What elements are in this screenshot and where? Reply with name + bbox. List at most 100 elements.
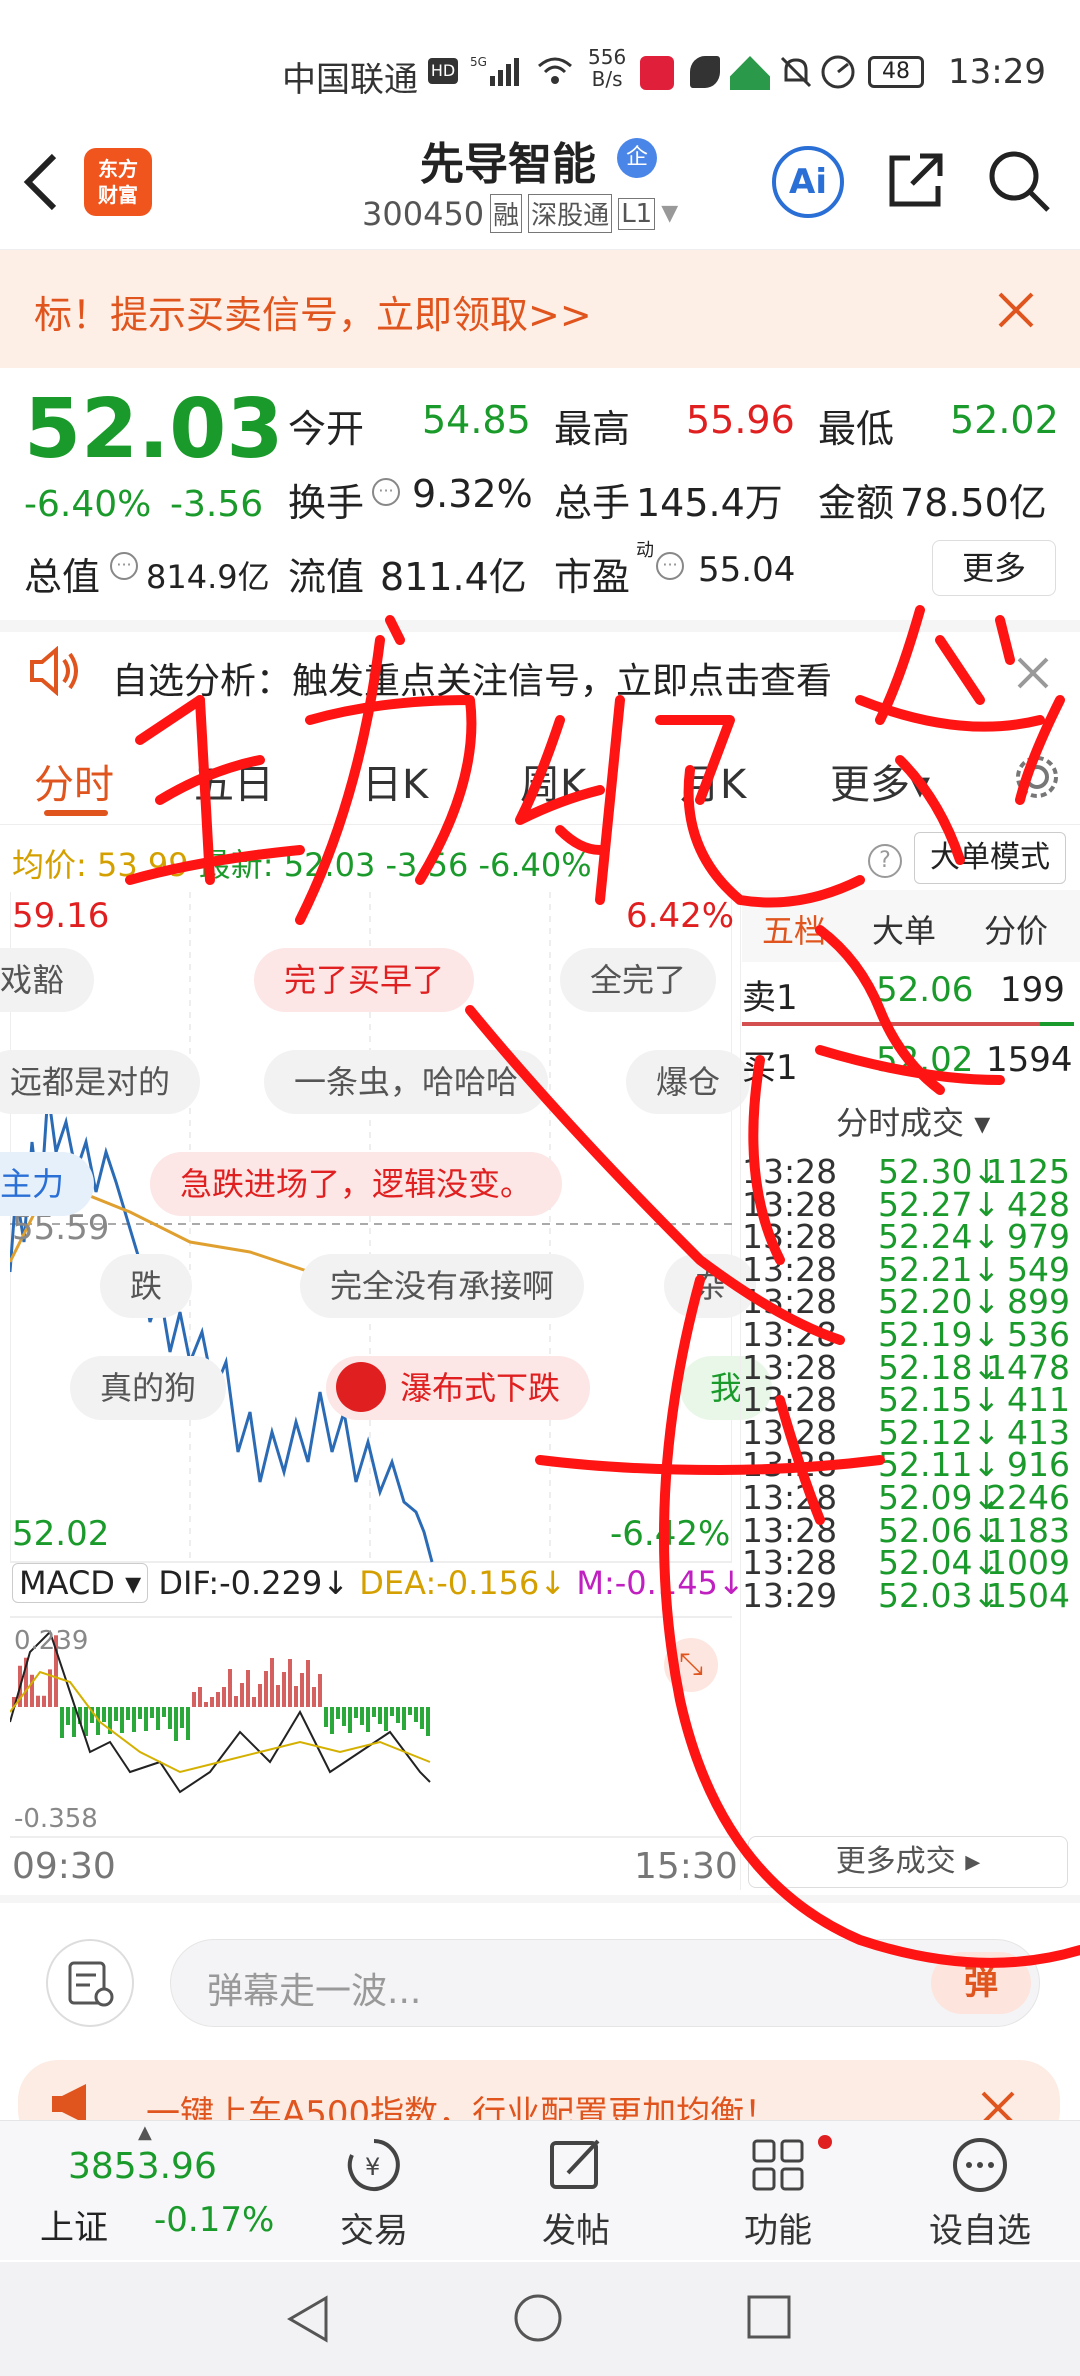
info-icon[interactable]: ···: [372, 478, 400, 506]
app-notification-icon: [640, 56, 674, 90]
turnover-value: 9.32%: [412, 472, 533, 516]
ai-assistant-button[interactable]: Ai: [772, 146, 844, 218]
danmu-input[interactable]: 弹幕走一波... 弹: [170, 1939, 1040, 2027]
nav-add-watchlist[interactable]: 设自选: [910, 2135, 1050, 2252]
macd-bar: [210, 1697, 214, 1707]
macd-bar: [402, 1707, 406, 1730]
macd-bar: [396, 1707, 400, 1723]
eastmoney-logo: 东方财富: [84, 148, 152, 216]
sell-bar: [742, 1022, 1072, 1026]
danmu-input-bar: 弹幕走一波... 弹: [0, 1895, 1080, 2055]
macd-bar: [378, 1707, 382, 1724]
macd-bar: [276, 1685, 280, 1707]
nav-post[interactable]: 发帖: [506, 2135, 646, 2252]
tab-more[interactable]: 更多▾: [830, 752, 930, 810]
tab-five-day[interactable]: 五日: [194, 752, 274, 810]
nav-functions[interactable]: 功能: [708, 2135, 848, 2252]
info-icon[interactable]: ···: [110, 552, 138, 580]
notice-bar[interactable]: 自选分析：触发重点关注信号，立即点击查看: [0, 620, 1080, 720]
float-label: 流值: [288, 555, 365, 599]
app-notification-icon-2: [690, 56, 720, 88]
chart-bottom-pct: -6.42%: [610, 1514, 731, 1554]
index-value[interactable]: 3853.96: [68, 2146, 217, 2187]
tab-intraday[interactable]: 分时: [34, 752, 114, 810]
macd-bar: [198, 1687, 202, 1707]
macd-bar: [102, 1707, 106, 1722]
speedometer-icon: [821, 55, 855, 89]
chart-top-price: 59.16: [12, 896, 110, 936]
home-nav-icon[interactable]: [512, 2292, 564, 2344]
tab-five-levels[interactable]: 五档: [762, 906, 826, 952]
macd-bar: [366, 1707, 370, 1732]
recents-nav-icon[interactable]: [746, 2294, 792, 2340]
back-nav-icon[interactable]: [286, 2294, 330, 2344]
macd-bar: [240, 1683, 244, 1707]
gear-icon[interactable]: [1012, 752, 1062, 802]
back-icon[interactable]: [20, 152, 60, 212]
big-order-mode-button[interactable]: 大单模式: [914, 832, 1066, 884]
tab-weekly-k[interactable]: 周K: [520, 752, 586, 810]
search-icon[interactable]: [986, 148, 1052, 214]
chart-bottom-price: 52.02: [12, 1514, 110, 1554]
caret-up-icon: ▲: [138, 2122, 152, 2143]
tab-monthly-k[interactable]: 月K: [680, 752, 746, 810]
macd-bar: [234, 1696, 238, 1707]
macd-bar: [42, 1695, 46, 1707]
last-price: 52.03: [24, 382, 284, 477]
high-value: 55.96: [686, 398, 795, 442]
help-icon[interactable]: ?: [868, 844, 902, 878]
edit-icon: [550, 2139, 600, 2189]
macd-bar: [132, 1707, 136, 1732]
danmu-settings-button[interactable]: [46, 1939, 134, 2027]
macd-bar: [264, 1671, 268, 1707]
expand-icon[interactable]: ⤡: [664, 1638, 718, 1692]
status-bar: 中国联通 HD 5G 556 B/s 48 13:29: [0, 0, 1080, 120]
macd-bar: [306, 1660, 310, 1707]
more-ticks-button[interactable]: 更多成交 ▸: [748, 1836, 1068, 1888]
open-label: 今开: [288, 407, 365, 451]
tick-time: 13:29: [742, 1575, 838, 1615]
tab-big-orders[interactable]: 大单: [872, 906, 936, 952]
mktcap-label: 总值: [24, 555, 101, 599]
buy1-label: 买1: [742, 1048, 798, 1088]
tab-price-dist[interactable]: 分价: [984, 906, 1048, 952]
promo-banner[interactable]: 标！提示买卖信号，立即领取>>: [0, 250, 1080, 368]
macd-bar: [282, 1672, 286, 1707]
more-quote-button[interactable]: 更多: [932, 540, 1056, 596]
danmu-bubble: 完全没有承接啊: [300, 1254, 585, 1318]
danmu-bubble: 完了买早了: [254, 948, 475, 1012]
notice-text: 自选分析：触发重点关注信号，立即点击查看: [112, 661, 833, 702]
mktcap-value: 814.9亿: [146, 558, 270, 596]
danmu-bubble: 瀑布式下跌: [326, 1356, 591, 1420]
info-icon[interactable]: ···: [656, 552, 684, 580]
macd-bar: [408, 1707, 412, 1715]
stock-code-row: 300450 融 深股通 L1 ▼: [362, 194, 678, 233]
macd-bar: [414, 1707, 418, 1722]
volume-value: 145.4万: [636, 481, 783, 525]
hd-icon: HD: [428, 58, 458, 84]
buy1-volume: 1594: [986, 1040, 1073, 1080]
close-icon[interactable]: [1016, 656, 1050, 690]
macd-selector[interactable]: MACD ▾: [12, 1563, 149, 1603]
macd-bar: [228, 1669, 232, 1707]
ticks-title[interactable]: 分时成交 ▾: [836, 1098, 990, 1144]
tab-daily-k[interactable]: 日K: [362, 752, 428, 810]
macd-bar: [144, 1707, 148, 1731]
macd-bar: [126, 1707, 130, 1720]
macd-bar: [216, 1692, 220, 1707]
macd-bar: [258, 1684, 262, 1707]
pe-sup: 动: [636, 540, 654, 561]
close-icon[interactable]: [996, 290, 1036, 330]
macd-bar: [174, 1707, 178, 1741]
macd-bar: [336, 1707, 340, 1719]
chevron-down-icon[interactable]: ▼: [661, 201, 678, 226]
macd-bar: [342, 1707, 346, 1726]
sell1-label: 卖1: [742, 978, 798, 1018]
index-name: 上证: [40, 2208, 108, 2248]
danmu-bubble: 全完了: [560, 948, 717, 1012]
macd-bar: [384, 1707, 388, 1731]
send-danmu-button[interactable]: 弹: [931, 1952, 1031, 2014]
macd-bar: [372, 1707, 376, 1717]
share-icon[interactable]: [884, 148, 948, 212]
nav-trade[interactable]: ¥ 交易: [304, 2135, 444, 2252]
